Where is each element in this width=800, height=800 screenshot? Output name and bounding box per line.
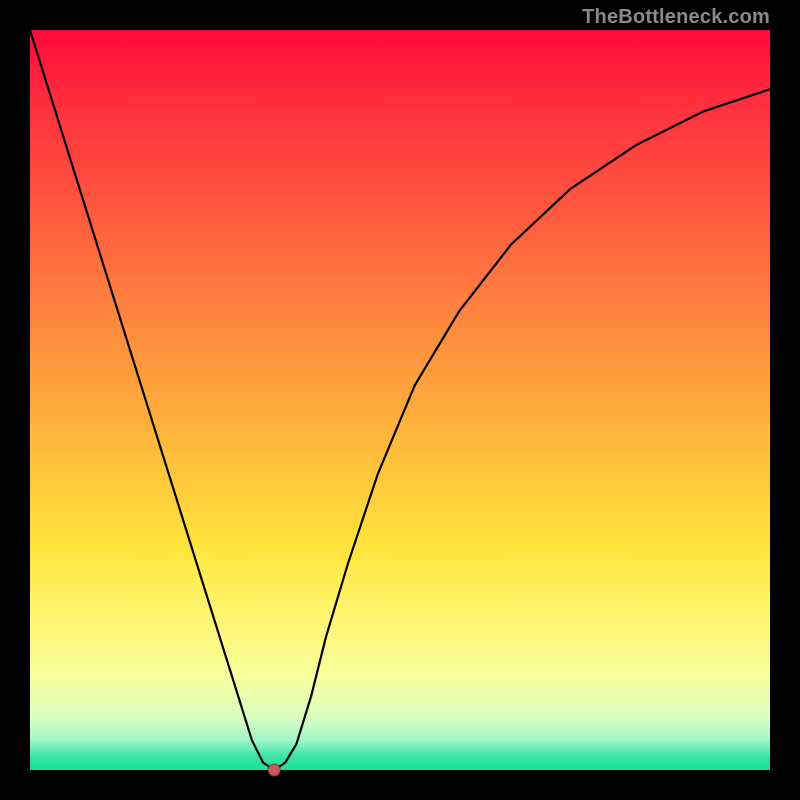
plot-area: [30, 30, 770, 770]
bottleneck-curve: [30, 30, 770, 770]
optimal-point-marker: [268, 764, 280, 776]
watermark-text: TheBottleneck.com: [582, 6, 770, 29]
curve-svg: [30, 30, 770, 770]
chart-frame: TheBottleneck.com: [0, 0, 800, 800]
